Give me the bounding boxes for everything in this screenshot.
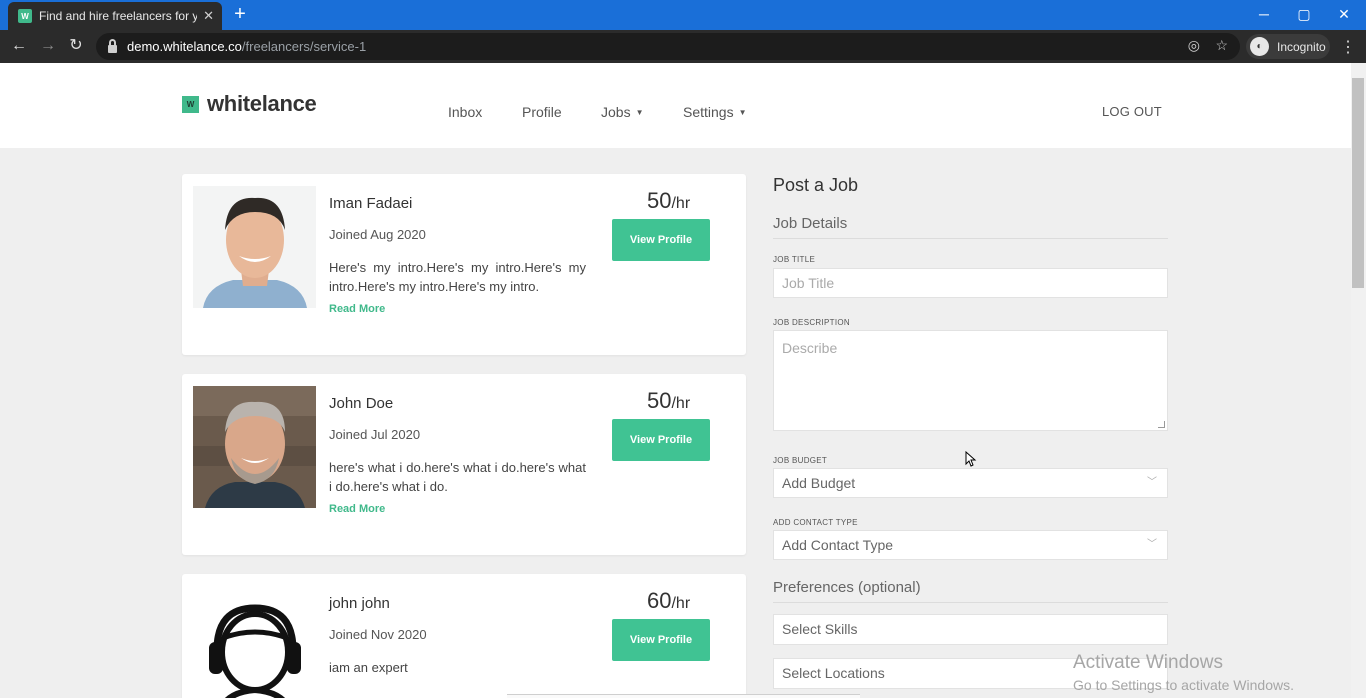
hourly-rate: 50/hr (647, 388, 690, 414)
joined-date: Joined Aug 2020 (329, 227, 426, 242)
logo-icon[interactable]: W (182, 96, 199, 113)
nav-inbox[interactable]: Inbox (448, 104, 482, 120)
view-profile-button[interactable]: View Profile (612, 419, 710, 461)
tab-title: Find and hire freelancers for your (39, 9, 198, 23)
job-budget-value: Add Budget (782, 475, 856, 491)
maximize-icon[interactable]: ▢ (1284, 0, 1324, 30)
view-profile-button[interactable]: View Profile (612, 219, 710, 261)
url-host: demo.whitelance.co (127, 39, 242, 54)
freelancer-intro: Here's my intro.Here's my intro.Here's m… (329, 260, 586, 294)
favicon-icon: W (18, 9, 32, 23)
eye-off-icon[interactable]: ◎ (1188, 37, 1200, 54)
contact-type-value: Add Contact Type (782, 537, 894, 553)
read-more-link[interactable]: Read More (329, 303, 385, 315)
chevron-down-icon: ﹀ (1147, 539, 1157, 550)
nav-jobs-label: Jobs (601, 104, 631, 120)
nav-profile[interactable]: Profile (522, 104, 562, 120)
freelancer-intro: here's what i do.here's what i do.here's… (329, 460, 586, 494)
url-path: /freelancers/service-1 (241, 39, 367, 54)
incognito-label: Incognito (1277, 39, 1326, 54)
chevron-down-icon: ▼ (738, 108, 747, 117)
hourly-rate: 50/hr (647, 188, 690, 214)
minimize-icon[interactable]: ─ (1244, 0, 1284, 30)
reload-icon[interactable]: ↻ (64, 35, 88, 59)
job-budget-select[interactable]: Add Budget ﹀ (773, 468, 1168, 498)
incognito-icon: ◐ (1250, 37, 1269, 56)
browser-toolbar: ← → ↻ demo.whitelance.co/freelancers/ser… (0, 30, 1366, 63)
back-icon[interactable]: ← (7, 35, 31, 59)
rate-unit: /hr (671, 195, 691, 212)
logo-text[interactable]: whitelance (207, 91, 317, 117)
joined-date: Joined Jul 2020 (329, 427, 421, 442)
new-tab-icon[interactable]: + (230, 4, 250, 24)
mouse-pointer-icon (965, 450, 977, 472)
freelancer-name[interactable]: John Doe (329, 395, 393, 412)
job-budget-label: JOB BUDGET (773, 456, 828, 465)
job-description-label: JOB DESCRIPTION (773, 318, 850, 327)
read-more-link[interactable]: Read More (329, 503, 385, 515)
rate-unit: /hr (671, 395, 691, 412)
nav-settings[interactable]: Settings ▼ (683, 104, 747, 120)
site-header: W whitelance Inbox Profile Jobs ▼ Setting… (0, 63, 1351, 148)
contact-type-label: ADD CONTACT TYPE (773, 518, 858, 527)
hourly-rate: 60/hr (647, 588, 690, 614)
nav-settings-label: Settings (683, 104, 734, 120)
forward-icon[interactable]: → (36, 35, 60, 59)
chevron-down-icon: ▼ (635, 108, 644, 117)
bottom-overlay-bar (507, 694, 860, 698)
chevron-down-icon: ﹀ (1147, 477, 1157, 488)
activate-windows-title: Activate Windows (1073, 652, 1223, 673)
lock-icon (108, 38, 117, 53)
browser-tab[interactable]: W Find and hire freelancers for your ✕ (8, 2, 222, 30)
freelancer-name[interactable]: Iman Fadaei (329, 195, 412, 212)
browser-tab-bar: W Find and hire freelancers for your ✕ +… (0, 0, 1366, 30)
view-profile-button[interactable]: View Profile (612, 619, 710, 661)
contact-type-select[interactable]: Add Contact Type ﹀ (773, 530, 1168, 560)
avatar[interactable] (193, 586, 316, 698)
rate-value: 60 (647, 588, 672, 613)
job-title-input[interactable]: Job Title (773, 268, 1168, 298)
freelancer-card: john john Joined Nov 2020 iam an expert … (182, 574, 746, 698)
job-description-placeholder: Describe (782, 340, 838, 356)
preferences-heading: Preferences (optional) (773, 579, 1168, 603)
rate-unit: /hr (671, 595, 691, 612)
avatar[interactable] (193, 386, 316, 508)
incognito-indicator[interactable]: ◐ Incognito (1246, 34, 1330, 59)
star-icon[interactable]: ☆ (1215, 37, 1228, 54)
scrollbar-thumb[interactable] (1352, 78, 1364, 288)
freelancer-card: Iman Fadaei Joined Aug 2020 Here's my in… (182, 174, 746, 355)
freelancer-intro: iam an expert (329, 660, 408, 675)
joined-date: Joined Nov 2020 (329, 627, 427, 642)
browser-menu-icon[interactable]: ⋮ (1340, 37, 1356, 57)
job-details-heading: Job Details (773, 215, 1168, 239)
job-description-textarea[interactable]: Describe (773, 330, 1168, 431)
rate-value: 50 (647, 388, 672, 413)
avatar[interactable] (193, 186, 316, 308)
activate-windows-subtitle: Go to Settings to activate Windows. (1073, 677, 1294, 693)
resize-handle-icon[interactable] (1158, 421, 1165, 428)
close-window-icon[interactable]: ✕ (1324, 0, 1364, 30)
post-job-title: Post a Job (773, 175, 859, 195)
rate-value: 50 (647, 188, 672, 213)
freelancer-name[interactable]: john john (329, 595, 390, 612)
address-bar[interactable]: demo.whitelance.co/freelancers/service-1… (96, 33, 1240, 60)
logout-link[interactable]: LOG OUT (1102, 104, 1162, 119)
job-title-label: JOB TITLE (773, 255, 816, 264)
skills-select[interactable]: Select Skills (773, 614, 1168, 645)
freelancer-card: John Doe Joined Jul 2020 here's what i d… (182, 374, 746, 555)
tab-close-icon[interactable]: ✕ (203, 8, 214, 24)
nav-jobs[interactable]: Jobs ▼ (601, 104, 644, 120)
